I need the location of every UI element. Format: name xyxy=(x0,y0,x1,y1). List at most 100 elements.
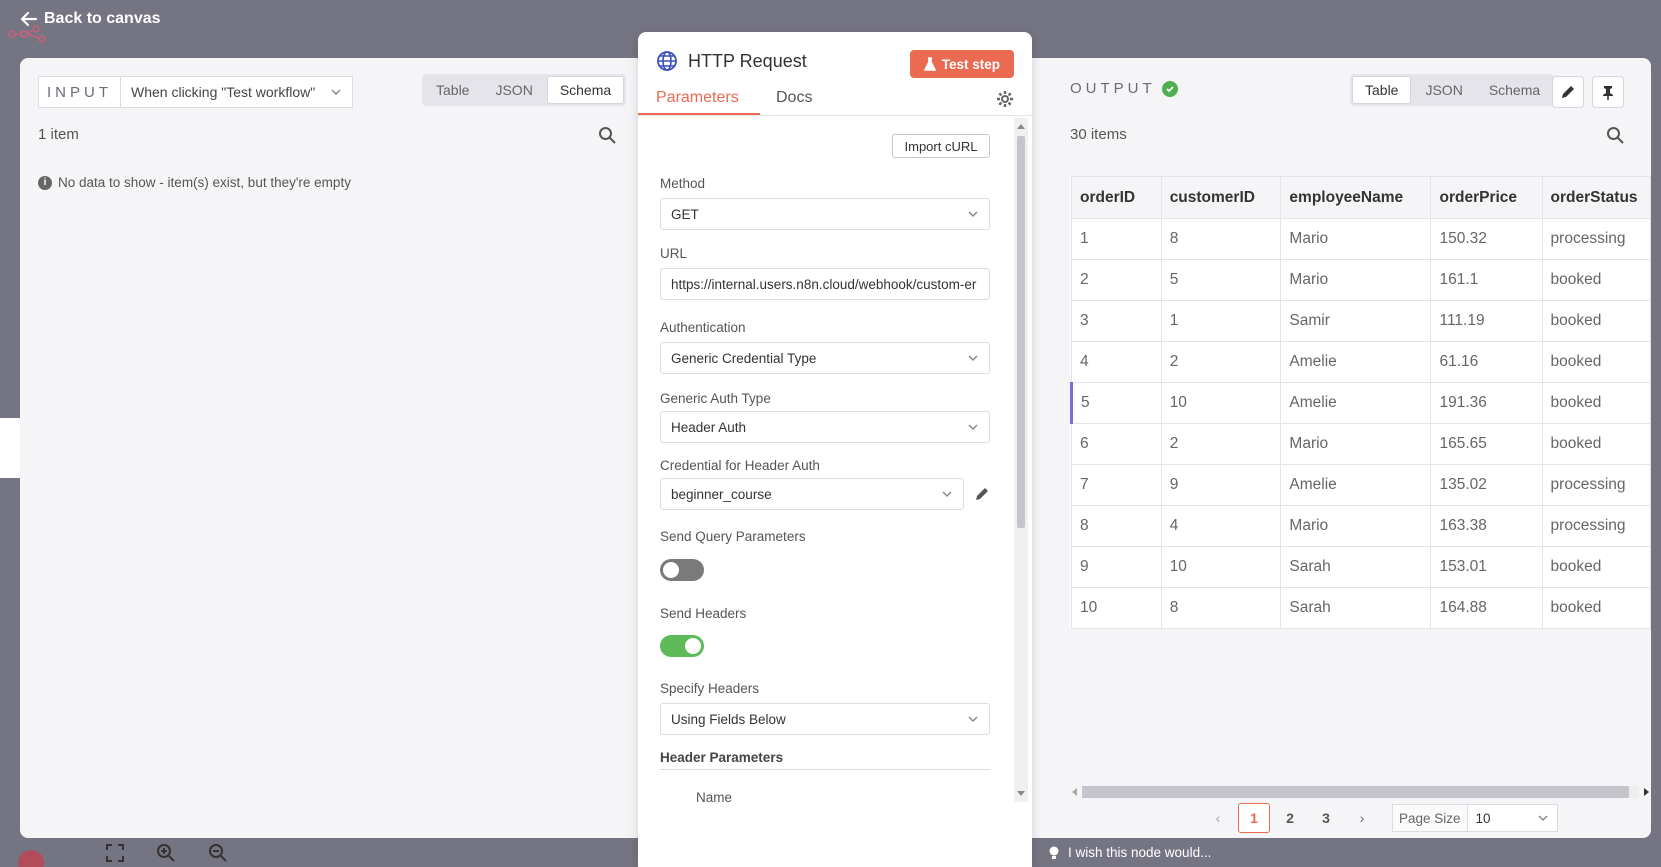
table-cell: booked xyxy=(1541,300,1651,342)
input-trigger-select[interactable]: When clicking "Test workflow" xyxy=(121,76,353,108)
table-row[interactable]: 10 8 Sarah 164.88 booked xyxy=(1071,587,1651,629)
table-row[interactable]: 6 2 Mario 165.65 booked xyxy=(1071,423,1651,465)
page-size-select[interactable]: 10 xyxy=(1467,804,1558,832)
generic-auth-type-select[interactable]: Header Auth xyxy=(660,411,990,443)
table-cell: 10 xyxy=(1160,382,1282,424)
search-icon[interactable] xyxy=(598,126,616,144)
table-cell: 8 xyxy=(1160,218,1282,260)
zoom-out-icon[interactable] xyxy=(207,842,229,864)
tab-parameters[interactable]: Parameters xyxy=(656,89,739,107)
table-cell: Amelie xyxy=(1280,341,1432,383)
chevron-down-icon xyxy=(942,491,952,498)
table-row[interactable]: 9 10 Sarah 153.01 booked xyxy=(1071,546,1651,588)
feedback-link[interactable]: I wish this node would... xyxy=(1048,845,1211,860)
table-cell: 2 xyxy=(1071,259,1162,301)
output-view-switcher: Table JSON Schema xyxy=(1350,74,1555,106)
output-view-json[interactable]: JSON xyxy=(1413,76,1474,104)
lightbulb-icon xyxy=(1049,846,1059,859)
flask-icon xyxy=(923,57,936,71)
input-view-table[interactable]: Table xyxy=(424,76,481,104)
send-query-toggle[interactable] xyxy=(660,559,704,581)
table-cell: 4 xyxy=(1071,341,1162,383)
import-curl-button[interactable]: Import cURL xyxy=(892,134,990,158)
scroll-left-icon[interactable] xyxy=(1072,788,1077,796)
vertical-scrollbar[interactable] xyxy=(1014,118,1028,802)
table-cell: booked xyxy=(1541,341,1651,383)
specify-headers-select[interactable]: Using Fields Below xyxy=(660,703,990,735)
scroll-up-icon[interactable] xyxy=(1017,124,1025,129)
authentication-select[interactable]: Generic Credential Type xyxy=(660,342,990,374)
authentication-value: Generic Credential Type xyxy=(671,350,817,366)
table-cell: 8 xyxy=(1071,505,1162,547)
table-cell: 165.65 xyxy=(1430,423,1543,465)
table-cell: 111.19 xyxy=(1430,300,1543,342)
scroll-thumb[interactable] xyxy=(1017,136,1025,528)
table-header-row: orderID customerID employeeName orderPri… xyxy=(1071,176,1651,219)
credential-select[interactable]: beginner_course xyxy=(660,478,964,510)
prev-page-button[interactable]: ‹ xyxy=(1202,803,1234,833)
column-header: orderStatus xyxy=(1541,176,1651,219)
table-cell: 9 xyxy=(1160,464,1282,506)
send-headers-toggle[interactable] xyxy=(660,635,704,657)
pencil-icon[interactable] xyxy=(974,486,990,502)
page-button-2[interactable]: 2 xyxy=(1274,803,1306,833)
send-query-label: Send Query Parameters xyxy=(660,529,806,544)
table-row[interactable]: 4 2 Amelie 61.16 booked xyxy=(1071,341,1651,383)
output-view-table[interactable]: Table xyxy=(1352,76,1412,104)
table-cell: Mario xyxy=(1280,259,1432,301)
table-cell: Amelie xyxy=(1280,464,1432,506)
send-headers-label: Send Headers xyxy=(660,606,747,621)
input-trigger-value: When clicking "Test workflow" xyxy=(131,84,316,100)
url-value: https://internal.users.n8n.cloud/webhook… xyxy=(671,276,977,292)
table-row[interactable]: 1 8 Mario 150.32 processing xyxy=(1071,218,1651,260)
column-header: employeeName xyxy=(1280,176,1432,219)
test-step-button[interactable]: Test step xyxy=(909,50,1014,78)
table-row[interactable]: 8 4 Mario 163.38 processing xyxy=(1071,505,1651,547)
method-select[interactable]: GET xyxy=(660,198,990,230)
tab-docs[interactable]: Docs xyxy=(776,89,812,107)
table-cell: processing xyxy=(1541,505,1651,547)
chevron-down-icon xyxy=(1538,815,1548,822)
page-button-1[interactable]: 1 xyxy=(1238,803,1270,833)
table-row[interactable]: 3 1 Samir 111.19 booked xyxy=(1071,300,1651,342)
scroll-right-icon[interactable] xyxy=(1644,788,1649,796)
input-view-json[interactable]: JSON xyxy=(483,76,544,104)
gear-icon[interactable] xyxy=(996,90,1014,108)
output-view-schema[interactable]: Schema xyxy=(1477,76,1552,104)
pin-output-button[interactable] xyxy=(1592,76,1624,108)
authentication-label: Authentication xyxy=(660,320,746,335)
credential-value: beginner_course xyxy=(671,486,772,502)
pencil-icon xyxy=(1562,86,1574,98)
node-title-text[interactable]: HTTP Request xyxy=(688,51,807,72)
next-page-button[interactable]: › xyxy=(1346,803,1378,833)
scroll-thumb[interactable] xyxy=(1082,786,1629,798)
output-table: orderID customerID employeeName orderPri… xyxy=(1070,176,1651,629)
method-label: Method xyxy=(660,176,706,191)
table-row[interactable]: 2 5 Mario 161.1 booked xyxy=(1071,259,1651,301)
table-cell: processing xyxy=(1541,464,1651,506)
parameters-form: Import cURL Method GET URL https://inter… xyxy=(638,118,1032,818)
table-cell: processing xyxy=(1541,218,1651,260)
search-icon[interactable] xyxy=(1606,126,1624,144)
chevron-down-icon xyxy=(968,716,978,723)
chevron-down-icon xyxy=(968,424,978,431)
horizontal-scrollbar[interactable] xyxy=(1070,783,1651,799)
fit-view-icon[interactable] xyxy=(104,842,126,864)
table-cell: 150.32 xyxy=(1430,218,1543,260)
edit-output-button[interactable] xyxy=(1552,76,1584,108)
column-header: customerID xyxy=(1160,176,1282,219)
specify-headers-label: Specify Headers xyxy=(660,681,760,696)
input-view-schema[interactable]: Schema xyxy=(546,76,625,104)
scroll-down-icon[interactable] xyxy=(1017,791,1025,796)
page-button-3[interactable]: 3 xyxy=(1310,803,1342,833)
input-label: INPUT xyxy=(38,76,121,108)
zoom-in-icon[interactable] xyxy=(155,842,177,864)
feedback-text: I wish this node would... xyxy=(1068,845,1212,860)
test-step-label: Test step xyxy=(941,56,1000,72)
url-input[interactable]: https://internal.users.n8n.cloud/webhook… xyxy=(660,268,990,300)
table-row[interactable]: 5 10 Amelie 191.36 booked xyxy=(1070,382,1651,424)
node-title: HTTP Request xyxy=(656,50,807,72)
chevron-down-icon xyxy=(968,355,978,362)
no-data-message: i No data to show - item(s) exist, but t… xyxy=(38,175,351,190)
table-row[interactable]: 7 9 Amelie 135.02 processing xyxy=(1071,464,1651,506)
